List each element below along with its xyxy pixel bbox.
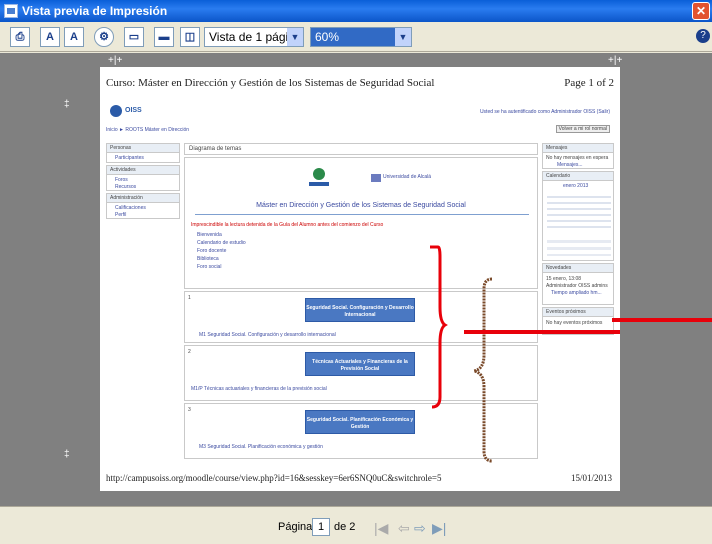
page-width-icon[interactable]: ▬ (154, 27, 174, 47)
page-footer-url: http://campusoiss.org/moodle/course/view… (106, 473, 442, 483)
gear-icon[interactable]: ⚙ (94, 27, 114, 47)
margin-handle-left-icon[interactable]: +|+ (108, 55, 122, 66)
window-titlebar: Vista previa de Impresión ✕ (0, 0, 712, 22)
annotation-bracket-red (430, 245, 448, 409)
page-footer-date: 15/01/2013 (570, 473, 612, 483)
single-page-icon[interactable]: ▭ (124, 27, 144, 47)
page-setup-portrait-icon[interactable]: A (40, 27, 60, 47)
help-icon[interactable]: ? (696, 29, 710, 43)
zoom-select[interactable]: 60% ▼ (310, 27, 412, 47)
next-page-icon[interactable]: ⇨ (414, 520, 426, 537)
page-setup-landscape-icon[interactable]: A (64, 27, 84, 47)
previous-page-icon[interactable]: ⇦ (398, 520, 410, 537)
annotation-brace-brown (473, 277, 493, 463)
print-preview-area[interactable]: +|+ +|+ ‡ ‡ Curso: Máster en Dirección y… (0, 53, 712, 506)
annotation-overlay (430, 245, 620, 463)
margin-handle-top-icon[interactable]: ‡ (64, 99, 70, 110)
toolbar: ⎙ A A ⚙ ▭ ▬ ◫ Vista de 1 página ▼ 60% ▼ … (0, 22, 712, 52)
zoom-value: 60% (315, 30, 340, 44)
printed-page: Curso: Máster en Dirección y Gestión de … (100, 67, 620, 491)
first-page-icon[interactable]: |◀ (374, 520, 388, 537)
view-mode-select[interactable]: Vista de 1 página ▼ (204, 27, 304, 47)
chevron-down-icon[interactable]: ▼ (395, 28, 411, 46)
page-total-label: de 2 (334, 521, 356, 533)
margin-handle-bottom-icon[interactable]: ‡ (64, 449, 70, 460)
last-page-icon[interactable]: ▶| (432, 520, 446, 537)
page-label: Página (278, 521, 313, 533)
page-number-input[interactable]: 1 (312, 518, 330, 536)
close-button[interactable]: ✕ (692, 2, 710, 20)
annotation-arrow-extension (612, 318, 712, 322)
status-bar: Página 1 de 2 |◀ ⇦ ⇨ ▶| (0, 506, 712, 544)
print-preview-app-icon (4, 4, 18, 18)
whole-page-icon[interactable]: ◫ (180, 27, 200, 47)
margin-handle-right-icon[interactable]: +|+ (608, 55, 622, 66)
chevron-down-icon[interactable]: ▼ (287, 28, 303, 46)
print-icon[interactable]: ⎙ (10, 27, 30, 47)
window-title: Vista previa de Impresión (22, 4, 168, 18)
